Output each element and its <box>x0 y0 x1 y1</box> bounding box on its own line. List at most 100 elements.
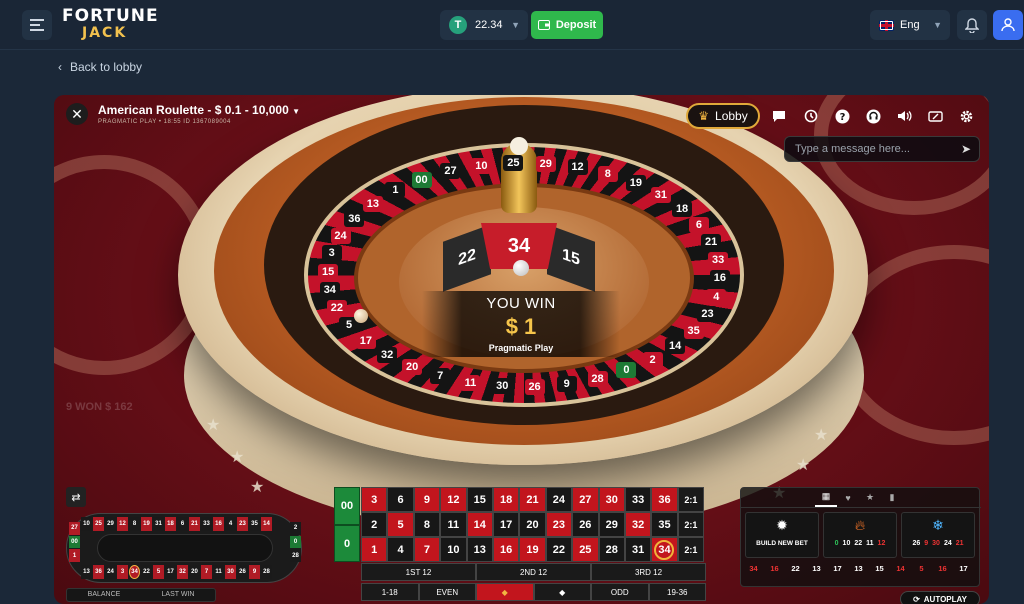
bet-column[interactable]: 2:1 <box>677 537 705 562</box>
bet-cell[interactable]: 20 <box>519 512 546 537</box>
bet-cell[interactable]: 27 <box>572 487 599 512</box>
bet-cell[interactable]: 8 <box>413 512 441 537</box>
wheel-number: 30 <box>492 378 513 395</box>
bet-cell[interactable]: 31 <box>624 537 652 562</box>
stats-chart-icon[interactable]: ▮ <box>881 488 903 507</box>
wheel-number: 26 <box>524 378 545 395</box>
bet-cell[interactable]: 29 <box>598 512 625 537</box>
bet-cell[interactable]: 32 <box>624 512 652 537</box>
bet-cell[interactable]: 7 <box>413 537 441 562</box>
toggle-racetrack-button[interactable]: ⇄ <box>66 487 86 507</box>
sound-button[interactable] <box>893 105 915 127</box>
menu-button[interactable] <box>22 10 52 40</box>
racetrack-number: 5 <box>153 565 164 579</box>
video-quality-button[interactable] <box>924 105 946 127</box>
bet-column[interactable]: 2:1 <box>677 512 705 537</box>
autoplay-button[interactable]: ⟳ AUTOPLAY <box>900 591 980 604</box>
wheel-number: 33 <box>708 251 729 268</box>
bet-odd[interactable]: ODD <box>591 583 649 601</box>
balance-tab[interactable]: BALANCE <box>67 589 141 601</box>
favorites-heart-icon[interactable]: ♥ <box>837 488 859 507</box>
bet-cell-00[interactable]: 00 <box>334 487 360 525</box>
bet-cell[interactable]: 10 <box>440 537 467 562</box>
bet-cell[interactable]: 36 <box>651 487 678 512</box>
bet-cell-0[interactable]: 0 <box>334 525 360 562</box>
bet-cell[interactable]: 9 <box>413 487 441 512</box>
close-game-button[interactable]: ✕ <box>66 103 88 125</box>
hot-numbers-card[interactable]: 🔥︎ 0 10 22 11 12 <box>823 512 897 558</box>
bell-icon <box>965 17 979 33</box>
chat-input[interactable]: Type a message here... ➤ <box>784 136 980 162</box>
bet-column[interactable]: 2:1 <box>677 487 705 512</box>
bet-cell[interactable]: 5 <box>387 512 414 537</box>
bet-cell[interactable]: 24 <box>545 487 573 512</box>
build-new-bet-card[interactable]: ✹ BUILD NEW BET <box>745 512 819 558</box>
bet-cell[interactable]: 13 <box>466 537 493 562</box>
racetrack[interactable]: 10 25 29 12 8 19 31 18 6 21 33 16 4 23 35 14 27 00 1 2 0 28… <box>66 513 302 583</box>
brand-logo[interactable]: FORTUNE JACK <box>62 8 159 41</box>
bet-cell[interactable]: 25 <box>572 537 599 562</box>
bet-cell[interactable]: 30 <box>598 487 625 512</box>
bet-cell[interactable]: 6 <box>387 487 414 512</box>
bet-19-36[interactable]: 19-36 <box>648 583 706 601</box>
decorative-star-icon: ★ <box>206 417 221 434</box>
racetrack-number: 4 <box>225 517 236 531</box>
bet-cell[interactable]: 26 <box>572 512 599 537</box>
send-icon[interactable]: ➤ <box>961 142 971 156</box>
bet-cell[interactable]: 33 <box>624 487 652 512</box>
bet-cell[interactable]: 15 <box>466 487 493 512</box>
chat-button[interactable] <box>768 105 790 127</box>
result-number: 34 <box>749 564 758 573</box>
deposit-button[interactable]: Deposit <box>531 11 603 39</box>
game-title[interactable]: American Roulette - $ 0.1 - 10,000 ▼ <box>98 103 300 117</box>
cold-numbers-card[interactable]: ❄ 26 9 30 24 21 <box>901 512 975 558</box>
bet-cell[interactable]: 14 <box>466 512 493 537</box>
bet-cell[interactable]: 16 <box>492 537 520 562</box>
bet-1-18[interactable]: 1-18 <box>361 583 419 601</box>
bet-cell[interactable]: 17 <box>492 512 520 537</box>
racetrack-number: 11 <box>213 565 224 579</box>
close-icon: ✕ <box>71 105 83 122</box>
bet-red[interactable]: ◆ <box>476 583 534 601</box>
hot-number: 10 <box>842 540 851 547</box>
bet-cell[interactable]: 4 <box>387 537 414 562</box>
bet-cell[interactable]: 34 <box>651 537 678 562</box>
number-grid: 3 6 9 12 15 18 21 24 27 30 33 36 2:1 2 5 8 11 14 17 20 23 26 2… <box>361 487 705 562</box>
wallet-selector[interactable]: T 22.34 ▼ <box>440 10 528 40</box>
bet-cell[interactable]: 19 <box>519 537 546 562</box>
lobby-button[interactable]: ♛ Lobby <box>686 103 760 129</box>
bet-cell[interactable]: 1 <box>361 537 388 562</box>
language-selector[interactable]: Eng ▼ <box>870 10 950 40</box>
bet-2nd-12[interactable]: 2ND 12 <box>476 563 591 581</box>
bet-cell[interactable]: 3 <box>361 487 388 512</box>
bet-cell[interactable]: 28 <box>598 537 625 562</box>
favorites-star-icon[interactable]: ★ <box>859 488 881 507</box>
back-to-lobby-link[interactable]: ‹ Back to lobby <box>58 60 142 74</box>
chevron-left-icon: ‹ <box>58 60 62 74</box>
wheel-number: 4 <box>706 288 727 305</box>
racetrack-number: 22 <box>141 565 152 579</box>
bet-cell[interactable]: 12 <box>440 487 467 512</box>
notifications-button[interactable] <box>957 10 987 40</box>
bet-3rd-12[interactable]: 3RD 12 <box>591 563 706 581</box>
chevron-down-icon: ▼ <box>292 107 301 116</box>
bet-even[interactable]: EVEN <box>418 583 476 601</box>
bet-cell[interactable]: 2 <box>361 512 388 537</box>
hot-number: 11 <box>866 540 874 547</box>
bet-cell[interactable]: 23 <box>545 512 573 537</box>
history-button[interactable] <box>800 105 822 127</box>
help-button[interactable]: ? <box>831 105 853 127</box>
bet-cell[interactable]: 35 <box>651 512 678 537</box>
bet-cell[interactable]: 11 <box>440 512 467 537</box>
settings-button[interactable] <box>955 105 977 127</box>
bet-1st-12[interactable]: 1ST 12 <box>361 563 476 581</box>
racetrack-number: 3 <box>117 565 128 579</box>
last-win-tab[interactable]: LAST WIN <box>141 589 215 601</box>
profile-button[interactable] <box>993 10 1023 40</box>
bet-cell[interactable]: 22 <box>545 537 573 562</box>
support-button[interactable] <box>862 105 884 127</box>
bet-cell[interactable]: 21 <box>519 487 546 512</box>
bet-black[interactable]: ◆ <box>533 583 591 601</box>
grid-tab-icon[interactable]: ▦ <box>815 488 837 507</box>
bet-cell[interactable]: 18 <box>492 487 520 512</box>
